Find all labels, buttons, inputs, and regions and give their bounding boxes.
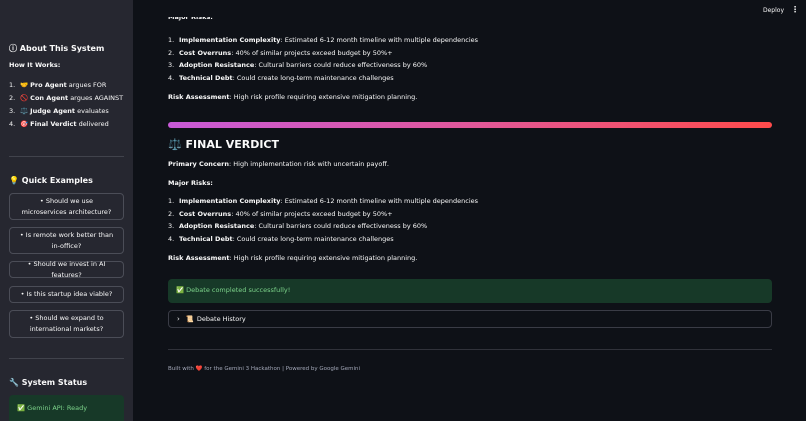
deploy-button[interactable]: Deploy: [763, 7, 784, 14]
verdict-heading: ⚖️ FINAL VERDICT: [168, 138, 280, 151]
sidebar: ⓘ About This System How It Works: 1. 🤝 Pr…: [0, 0, 133, 421]
scales-icon: ⚖️: [20, 107, 29, 115]
list-item: 2. Cost Overruns: 40% of similar projects…: [168, 48, 393, 57]
scroll-icon: 📜: [185, 315, 194, 323]
example-button-ai-features[interactable]: • Should we invest in AI features?: [9, 260, 124, 279]
steps-list: 1. 🤝 Pro Agent argues FOR 2. 🚫 Con Agent a…: [9, 79, 123, 131]
debate-history-expander[interactable]: › 📜 Debate History: [168, 310, 772, 328]
primary-concern: Primary Concern: High implementation ris…: [168, 160, 389, 168]
scales-icon: ⚖️: [168, 138, 182, 151]
example-button-microservices[interactable]: • Should we use microservices architectu…: [9, 193, 124, 220]
list-item: 4. Technical Debt: Could create long-term…: [168, 74, 394, 83]
heart-icon: ❤️: [195, 366, 203, 372]
quick-examples-heading: 💡 Quick Examples: [9, 176, 93, 185]
verdict-risk-assessment: Risk Assessment: High risk profile requi…: [168, 254, 418, 262]
list-item: 3. Adoption Resistance: Cultural barriers…: [168, 222, 428, 231]
example-button-remote-work[interactable]: • Is remote work better than in-office?: [9, 227, 124, 254]
upper-risk-list: 1. Implementation Complexity: Estimated 6…: [168, 34, 478, 85]
wrench-icon: 🔧: [9, 378, 19, 387]
system-status-heading: 🔧 System Status: [9, 378, 88, 387]
step-item: 3. ⚖️ Judge Agent evaluates: [9, 107, 109, 115]
example-button-international[interactable]: • Should we expand to international mark…: [9, 310, 124, 338]
how-it-works-heading: How It Works:: [9, 61, 61, 69]
chevron-right-icon: ›: [177, 315, 180, 323]
check-icon: ✅: [17, 404, 26, 412]
prohibited-icon: 🚫: [20, 94, 29, 102]
footer-text: Built with ❤️ for the Gemini 3 Hackathon…: [168, 366, 361, 372]
handshake-icon: 🤝: [20, 81, 29, 89]
expander-label: Debate History: [196, 315, 246, 323]
menu-icon[interactable]: ⋮: [791, 5, 799, 14]
success-alert: ✅ Debate completed successfully!: [168, 279, 772, 303]
list-item: 1. Implementation Complexity: Estimated 6…: [168, 36, 479, 44]
step-item: 1. 🤝 Pro Agent argues FOR: [9, 81, 107, 89]
footer-divider: [168, 349, 772, 350]
api-status-badge: ✅ Gemini API: Ready: [9, 395, 124, 421]
major-risks-heading: Major Risks:: [168, 179, 213, 187]
verdict-risk-list: 1. Implementation Complexity: Estimated 6…: [168, 195, 478, 246]
step-item: 2. 🚫 Con Agent argues AGAINST: [9, 94, 124, 102]
list-item: 1. Implementation Complexity: Estimated 6…: [168, 197, 479, 205]
about-title: About This System: [19, 44, 105, 53]
upper-risk-assessment: Risk Assessment: High risk profile requi…: [168, 93, 418, 101]
gradient-divider: [168, 122, 772, 128]
about-heading: ⓘ About This System: [9, 43, 104, 54]
clipped-heading: Major Risks:: [168, 17, 213, 21]
target-icon: 🎯: [20, 120, 29, 128]
sidebar-divider: [9, 358, 124, 359]
info-icon: ⓘ: [9, 44, 17, 53]
list-item: 4. Technical Debt: Could create long-term…: [168, 235, 394, 244]
lightbulb-icon: 💡: [9, 176, 19, 185]
list-item: 2. Cost Overruns: 40% of similar projects…: [168, 209, 393, 218]
sidebar-divider: [9, 156, 124, 157]
step-item: 4. 🎯 Final Verdict delivered: [9, 120, 109, 128]
list-item: 3. Adoption Resistance: Cultural barriers…: [168, 61, 428, 70]
example-button-startup[interactable]: • Is this startup idea viable?: [9, 286, 124, 303]
